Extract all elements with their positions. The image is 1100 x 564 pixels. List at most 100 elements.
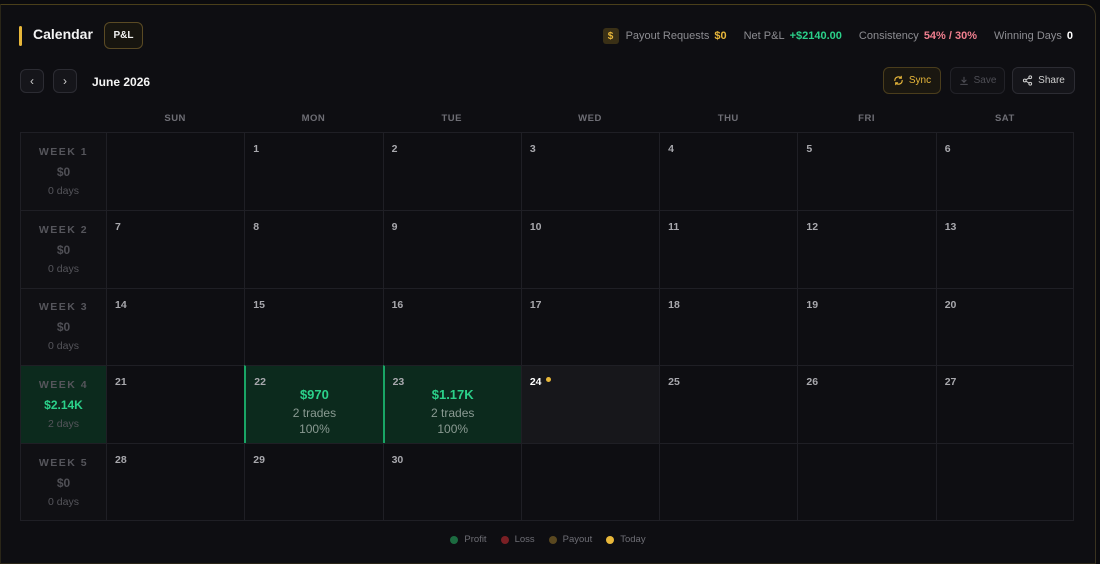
day-cell[interactable]: 22 $970 2 trades 100% — [244, 365, 383, 444]
day-number: 5 — [806, 143, 813, 155]
day-cell[interactable]: 20 — [935, 287, 1074, 366]
day-cell[interactable]: 26 — [797, 365, 936, 444]
week-amount: $0 — [56, 475, 71, 490]
day-win-rate: 100% — [437, 422, 469, 437]
legend-dot — [606, 535, 615, 544]
stat-label: Winning Days — [994, 30, 1062, 42]
day-number: 8 — [253, 220, 260, 233]
legend-label: Today — [620, 534, 646, 545]
legend-label: Loss — [514, 534, 535, 545]
day-cell[interactable]: 8 — [244, 209, 383, 288]
week-days: 0 days — [48, 495, 79, 508]
stat-payout-requests: $ Payout Requests $0 — [602, 28, 727, 44]
share-button[interactable]: Share — [1012, 67, 1075, 94]
week-label: WEEK 1 — [38, 145, 89, 158]
week-amount: $0 — [56, 242, 71, 257]
weekday-header: FRI — [858, 113, 875, 124]
save-label: Save — [973, 75, 997, 86]
day-cell[interactable]: 18 — [659, 287, 798, 366]
stat-value: 54% / 30% — [923, 30, 978, 42]
day-number: 2 — [391, 143, 398, 155]
day-cell[interactable]: 2 — [382, 132, 521, 210]
day-cell[interactable]: 23 $1.17K 2 trades 100% — [382, 365, 521, 444]
day-trade-count: 2 trades — [292, 406, 337, 421]
day-cell[interactable]: 16 — [382, 287, 521, 366]
weekday-header: SAT — [994, 113, 1015, 124]
pl-button[interactable]: P&L — [104, 22, 143, 49]
day-trade-count: 2 trades — [431, 406, 475, 421]
day-number: 4 — [668, 143, 674, 155]
day-number: 17 — [529, 298, 542, 311]
day-cell[interactable]: 17 — [520, 287, 660, 366]
day-cell[interactable]: 21 — [106, 365, 245, 444]
legend-item: Profit — [450, 534, 487, 545]
day-cell[interactable]: 3 — [520, 132, 660, 210]
day-cell[interactable]: 12 — [797, 209, 936, 288]
day-number: 14 — [115, 298, 127, 311]
day-cell[interactable]: 10 — [520, 209, 660, 288]
week-amount: $0 — [56, 320, 71, 335]
day-number: 7 — [115, 220, 121, 233]
title-accent — [19, 26, 22, 46]
week-summary: WEEK 3 $0 0 days — [20, 287, 106, 366]
legend-label: Payout — [562, 534, 593, 545]
day-number: 21 — [115, 376, 127, 389]
day-cell[interactable]: 25 — [659, 365, 798, 444]
weekday-header: THU — [717, 113, 739, 124]
save-button[interactable]: Save — [950, 67, 1005, 94]
weekday-header: SUN — [164, 113, 186, 124]
day-cell[interactable]: 9 — [382, 209, 521, 288]
day-cell[interactable]: 30 — [382, 443, 521, 521]
sync-icon — [894, 75, 903, 86]
day-cell[interactable]: 19 — [797, 287, 936, 366]
week-days: 2 days — [48, 418, 79, 431]
week-amount: $0 — [56, 164, 71, 179]
legend-dot — [450, 535, 459, 544]
day-cell[interactable]: 24 — [520, 365, 660, 444]
day-cell[interactable]: 11 — [659, 209, 798, 288]
sync-label: Sync — [908, 75, 932, 86]
day-cell[interactable]: 7 — [106, 209, 245, 288]
day-number: 19 — [806, 298, 819, 311]
day-cell[interactable]: 4 — [659, 132, 798, 210]
calendar-grid: SUN MON TUE WED THU FRI SAT WEEK 1 $0 0 days 1 2 3 4 5… — [20, 105, 1074, 521]
day-cell[interactable]: 13 — [935, 209, 1074, 288]
stat-winning-days: Winning Days 0 — [994, 30, 1073, 42]
day-cell[interactable]: 28 — [106, 443, 245, 521]
day-cell[interactable]: 6 — [935, 132, 1074, 210]
day-cell[interactable]: 29 — [244, 443, 383, 521]
stat-label: Net P&L — [743, 30, 785, 42]
legend-item: Loss — [500, 534, 535, 545]
legend-item: Today — [606, 534, 646, 545]
day-cell[interactable]: 5 — [797, 132, 936, 210]
legend-dot — [500, 535, 509, 544]
week-summary: WEEK 2 $0 0 days — [20, 209, 106, 288]
month-label: June 2026 — [92, 75, 151, 89]
day-number: 28 — [115, 454, 127, 467]
day-pnl: $1.17K — [431, 387, 474, 403]
day-cell[interactable]: 1 — [244, 132, 383, 210]
week-days: 0 days — [48, 262, 79, 275]
day-number: 24 — [529, 376, 542, 389]
day-number: 16 — [391, 298, 404, 311]
legend-label: Profit — [464, 534, 487, 545]
day-cell[interactable]: 15 — [244, 287, 383, 366]
next-month-button[interactable]: › — [53, 69, 77, 93]
day-number: 18 — [668, 298, 680, 311]
stats-bar: $ Payout Requests $0 Net P&L +$2140.00 C… — [586, 28, 1073, 44]
stat-value: $0 — [714, 30, 727, 42]
day-number: 29 — [253, 454, 265, 467]
legend-item: Payout — [548, 534, 593, 545]
legend: Profit Loss Payout Today — [1, 534, 1095, 545]
day-cell[interactable]: 27 — [935, 365, 1074, 444]
empty-day-cell — [106, 132, 245, 210]
day-number: 10 — [529, 220, 542, 233]
sync-button[interactable]: Sync — [883, 67, 941, 94]
download-icon — [959, 76, 968, 85]
day-pnl: $970 — [299, 387, 329, 403]
prev-month-button[interactable]: ‹ — [20, 69, 44, 93]
week-label: WEEK 5 — [38, 456, 89, 469]
day-cell[interactable]: 14 — [106, 287, 245, 366]
chevron-left-icon: ‹ — [30, 74, 34, 88]
empty-day-cell — [797, 443, 936, 521]
